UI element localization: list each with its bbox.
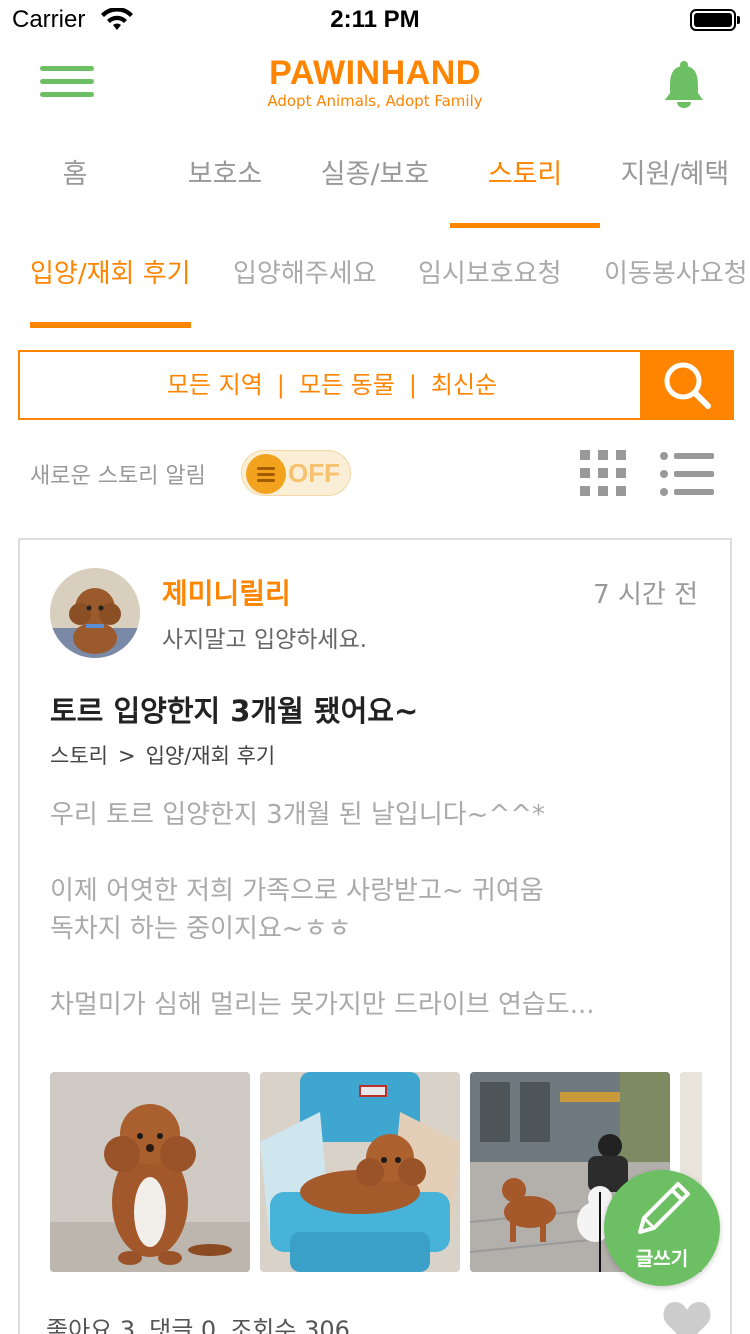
animal-filter[interactable]: 모든 동물 [299,371,395,399]
subtab-transport-request[interactable]: 이동봉사요청 [604,228,748,328]
tab-story[interactable]: 스토리 [450,130,600,228]
breadcrumb-subcategory: 입양/재회 후기 [145,744,276,768]
post-title[interactable]: 토르 입양한지 3개월 됐어요~ [50,688,418,730]
toggle-knob [246,454,286,494]
post-body: 우리 토르 입양한지 3개월 된 날입니다~^^* 이제 어엿한 저희 가족으로… [50,796,700,1024]
post-photo[interactable] [260,1072,460,1272]
filter-separator: | [276,371,285,399]
heart-icon[interactable] [662,1300,712,1334]
app-logo: PAWINHAND Adopt Animals, Adopt Family [0,54,750,110]
grid-view-icon[interactable] [580,450,626,496]
tab-support[interactable]: 지원/혜택 [600,130,750,228]
bell-icon[interactable] [662,60,706,110]
main-tabs: 홈 보호소 실종/보호 스토리 지원/혜택 [0,130,750,228]
write-post-label: 글쓰기 [635,1248,689,1270]
logo-subtitle: Adopt Animals, Adopt Family [267,92,483,110]
post-body-line: 이제 어엿한 저희 가족으로 사랑받고~ 귀여움 [50,876,544,906]
tab-shelter[interactable]: 보호소 [150,130,300,228]
pencil-icon [638,1182,690,1234]
battery-icon [690,9,740,31]
comments-count: 댓글 0 [149,1316,217,1334]
search-button[interactable] [640,350,732,420]
post-body-line: 우리 토르 입양한지 3개월 된 날입니다~^^* [50,800,546,830]
subtab-foster-request[interactable]: 임시보호요청 [418,228,562,328]
sub-tabs: 입양/재회 후기 입양해주세요 임시보호요청 이동봉사요청 [0,228,750,328]
story-alarm-label: 새로운 스토리 알림 [30,464,206,489]
author-bio: 사지말고 입양하세요. [162,627,368,653]
subtab-adoption-review[interactable]: 입양/재회 후기 [30,228,191,328]
post-time: 7 시간 전 [593,580,698,610]
post-body-line: 독차지 하는 중이지요~ㅎㅎ [50,914,352,944]
app-header: PAWINHAND Adopt Animals, Adopt Family [0,40,750,130]
breadcrumb-arrow: > [117,744,136,768]
list-view-icon[interactable] [660,452,714,496]
breadcrumb-category: 스토리 [50,744,108,768]
tab-missing[interactable]: 실종/보호 [300,130,450,228]
author-avatar[interactable] [50,568,140,658]
write-post-button[interactable]: 글쓰기 [604,1170,720,1286]
tab-home[interactable]: 홈 [0,130,150,228]
story-alarm-toggle[interactable]: OFF [241,450,351,496]
filter-search-bar: 모든 지역 | 모든 동물 | 최신순 [18,350,734,420]
toggle-state-label: OFF [288,458,340,488]
status-time: 2:11 PM [330,6,420,33]
post-body-line: 차멀미가 심해 멀리는 못가지만 드라이브 연습도... [50,990,595,1020]
filter-group: 모든 지역 | 모든 동물 | 최신순 [20,352,644,418]
search-icon [664,362,711,409]
post-stats: 좋아요 3 댓글 0 조회수 306 [46,1310,364,1334]
alarm-row: 새로운 스토리 알림 OFF [0,444,750,504]
post-photo[interactable] [50,1072,250,1272]
status-bar: Carrier 2:11 PM [0,0,750,40]
likes-count: 좋아요 3 [46,1316,136,1334]
sort-filter[interactable]: 최신순 [431,371,497,399]
views-count: 조회수 306 [230,1316,350,1334]
photo-strip [50,1072,702,1272]
filter-separator: | [408,371,417,399]
breadcrumb: 스토리 > 입양/재회 후기 [50,740,275,770]
subtab-please-adopt[interactable]: 입양해주세요 [233,228,377,328]
author-name[interactable]: 제미니릴리 [162,572,291,612]
region-filter[interactable]: 모든 지역 [167,371,263,399]
logo-title: PAWINHAND [269,54,481,92]
